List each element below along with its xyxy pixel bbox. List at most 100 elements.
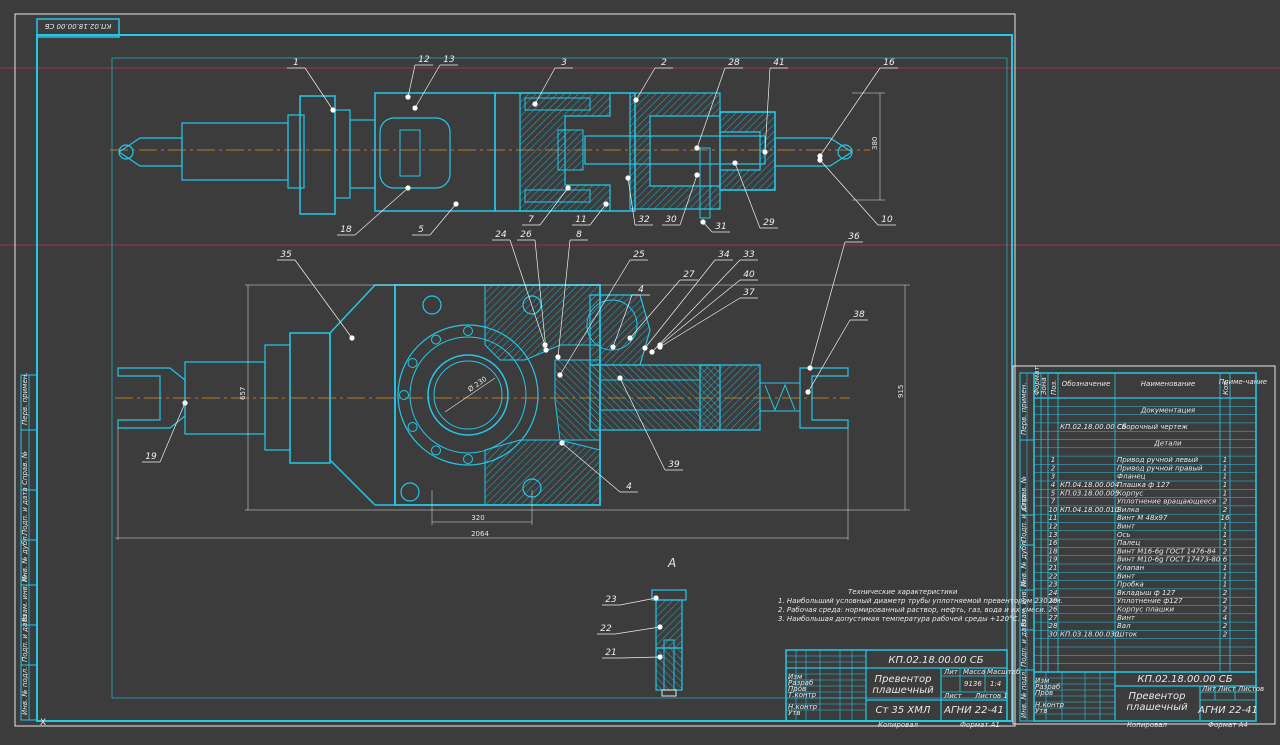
spec-row-pos: 3: [1051, 473, 1055, 481]
spec-row-pos: 22: [1049, 572, 1058, 580]
spec-header-pos: Поз.: [1050, 380, 1058, 396]
spec-sheet: Перв. примен. Справ. № Подп. и дата Инв.…: [1012, 365, 1276, 729]
spec-row-name: Пробка: [1117, 581, 1144, 589]
callout-dot: [625, 175, 631, 181]
callout-label: 25: [633, 250, 645, 260]
tb-row-tkontr: Т.контр: [788, 691, 817, 699]
callout-label: 4: [638, 285, 644, 295]
strip-label-2: Подп. и дата: [21, 487, 29, 535]
tech-note-3: 3. Наибольшая допустимая температура раб…: [778, 615, 1020, 623]
callout-34: 34: [642, 250, 733, 351]
callout-label: 13: [443, 55, 455, 65]
spec-row-qty: 1: [1223, 489, 1227, 497]
callout-label: 16: [883, 58, 895, 68]
spec-row-pos: 11: [1049, 514, 1058, 522]
spec-doc-name: Сборочный чертеж: [1117, 423, 1188, 431]
callout-dot: [657, 624, 663, 630]
bolt-hole: [399, 390, 409, 400]
callout-label: 22: [600, 624, 612, 634]
callout-label: 35: [280, 250, 292, 260]
tb-name-2: плашечный: [872, 685, 934, 696]
spec-row-name: Корпус: [1117, 489, 1143, 497]
callout-label: 24: [495, 230, 507, 240]
callout-label: 2: [661, 58, 667, 68]
callout-leader: [819, 159, 879, 226]
callout-dot: [805, 389, 811, 395]
callout-dot: [349, 335, 355, 341]
callout-dot: [405, 94, 411, 100]
bolt-hole: [407, 358, 418, 368]
spec-row-name: Винт: [1117, 614, 1136, 622]
strip-label-1: Справ. №: [21, 451, 29, 485]
spec-row-name: Шток: [1117, 630, 1138, 638]
tb-col-lit: Лит: [943, 668, 959, 676]
spec-row-name: Привод ручной левый: [1117, 456, 1199, 464]
axis-marker: X: [40, 718, 46, 728]
tb-format: Формат А1: [960, 721, 1000, 729]
spec-tb-name-1: Превентор: [1129, 691, 1186, 702]
spec-header-zone: Зона: [1040, 377, 1048, 395]
callout-38: 38: [805, 310, 868, 395]
spec-section-docs: Документация: [1140, 406, 1195, 414]
spec-row-qty: 1: [1223, 481, 1227, 489]
spec-row-pos: 16: [1049, 539, 1058, 547]
spec-row-qty: 1: [1223, 539, 1227, 547]
spec-row-qty: 2: [1223, 622, 1228, 630]
bolt-hole: [431, 445, 441, 456]
callout-19: 19: [142, 400, 188, 463]
spec-header-note: Приме-чание: [1219, 378, 1267, 386]
callout-label: 27: [683, 270, 695, 280]
spec-row-name: Корпус плашки: [1117, 606, 1174, 614]
spec-row-name: Винт: [1117, 523, 1136, 531]
spec-row-pos: 18: [1049, 547, 1058, 555]
callout-dot: [543, 347, 549, 353]
tb-org: АГНИ 22-41: [943, 705, 1004, 716]
spec-row-pos: 7: [1051, 498, 1056, 506]
callout-dot: [694, 145, 700, 151]
callout-dot: [807, 365, 813, 371]
tb-sheets: Листов 1: [974, 692, 1008, 700]
callout-dot: [453, 201, 459, 207]
callout-label: 34: [718, 250, 730, 260]
callout-label: 5: [418, 225, 424, 235]
spec-tb-name-2: плашечный: [1126, 702, 1188, 713]
bolt-hole: [463, 454, 473, 464]
callout-leader: [294, 259, 353, 339]
callout-37: 37: [657, 288, 758, 350]
callout-16: 16: [817, 58, 898, 159]
callout-dot: [642, 345, 648, 351]
callout-leader: [414, 64, 441, 109]
spec-row-name: Плашка ф 127: [1117, 481, 1170, 489]
spec-row-name: Уплотнение ф127: [1117, 597, 1183, 605]
callout-leader: [159, 402, 186, 463]
spec-row-qty: 1: [1223, 456, 1227, 464]
callout-dot: [649, 349, 655, 355]
callout-1: 1: [287, 58, 336, 113]
spec-row-qty: 2: [1223, 498, 1228, 506]
spec-tb-code: КП.02.18.00.00 СБ: [1137, 674, 1232, 685]
spec-row-name: Вкладыш ф 127: [1117, 589, 1176, 597]
callout-label: 10: [881, 215, 893, 225]
callout-dot: [653, 595, 659, 601]
spec-row-name: Фланец: [1117, 473, 1146, 481]
spec-row-pos: 21: [1049, 564, 1058, 572]
callout-label: 23: [605, 595, 617, 605]
callout-dot: [555, 354, 561, 360]
spec-row-pos: 2: [1051, 464, 1056, 472]
drawing-canvas[interactable]: КП.02.18.00.00 СБ Перв. примен. Справ. №…: [0, 0, 1280, 745]
tb-material: Ст 35 ХМЛ: [876, 705, 931, 716]
spec-rows: ДокументацияКП.02.18.00.00 СБСборочный ч…: [1034, 406, 1256, 673]
callout-dot: [732, 160, 738, 166]
tb-code: КП.02.18.00.00 СБ: [888, 655, 983, 666]
top-view: 380: [110, 92, 885, 219]
spec-row-pos: 1: [1051, 456, 1055, 464]
spec-row-qty: 1: [1223, 464, 1227, 472]
view-label: А: [667, 556, 676, 570]
callout-label: 32: [638, 215, 650, 225]
spec-header-designation: Обозначение: [1062, 380, 1111, 388]
spec-row-qty: 2: [1223, 597, 1228, 605]
spec-row-pos: 10: [1049, 506, 1058, 514]
callout-18: 18: [337, 185, 411, 236]
callout-label: 28: [728, 58, 740, 68]
callout-5: 5: [412, 201, 459, 236]
